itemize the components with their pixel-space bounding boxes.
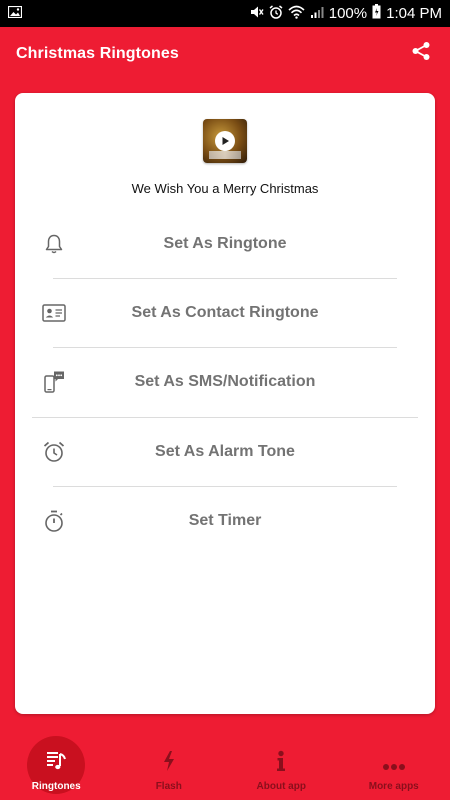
- set-as-ringtone-button[interactable]: Set As Ringtone: [15, 214, 435, 274]
- divider: [53, 347, 397, 348]
- status-left: [7, 5, 23, 23]
- set-timer-button[interactable]: Set Timer: [15, 491, 435, 551]
- divider: [53, 278, 397, 279]
- alarm-clock-icon: [41, 439, 67, 465]
- share-icon: [411, 41, 431, 66]
- set-as-sms-notification-button[interactable]: Set As SMS/Notification: [15, 352, 435, 412]
- battery-icon: [372, 4, 381, 23]
- more-dots-icon: [382, 759, 406, 777]
- mute-icon: [250, 5, 264, 23]
- cover-decoration: [209, 151, 241, 159]
- info-icon: [275, 750, 287, 777]
- ringtone-card: We Wish You a Merry Christmas Set As Rin…: [15, 93, 435, 714]
- set-as-contact-ringtone-button[interactable]: Set As Contact Ringtone: [15, 283, 435, 343]
- nav-more-apps[interactable]: More apps: [338, 740, 450, 800]
- nav-flash[interactable]: Flash: [113, 740, 226, 800]
- signal-icon: [310, 5, 324, 23]
- alarm-icon: [269, 4, 283, 23]
- battery-percent: 100%: [328, 5, 368, 22]
- play-icon: [215, 131, 235, 151]
- nav-ringtones-label: Ringtones: [31, 781, 81, 792]
- bottom-navigation: Ringtones Flash About app More apps: [0, 736, 450, 800]
- set-as-alarm-tone-button[interactable]: Set As Alarm Tone: [15, 422, 435, 482]
- status-right: 100% 1:04 PM: [250, 4, 442, 23]
- clock-time: 1:04 PM: [386, 5, 442, 22]
- timer-icon: [41, 508, 67, 534]
- share-button[interactable]: [408, 41, 434, 67]
- music-list-icon: [45, 750, 67, 777]
- divider: [53, 486, 397, 487]
- nav-flash-label: Flash: [155, 781, 182, 792]
- image-icon: [7, 5, 23, 23]
- contact-card-icon: [41, 300, 67, 326]
- nav-more-apps-label: More apps: [368, 781, 419, 792]
- cover-art[interactable]: [203, 119, 247, 163]
- set-as-ringtone-label: Set As Ringtone: [163, 235, 287, 252]
- flash-icon: [161, 750, 177, 777]
- nav-ringtones[interactable]: Ringtones: [0, 736, 113, 800]
- nav-about-app-label: About app: [256, 781, 306, 792]
- nav-about-app[interactable]: About app: [225, 740, 338, 800]
- status-bar: 100% 1:04 PM: [0, 0, 450, 27]
- wifi-icon: [288, 5, 305, 23]
- set-as-sms-notification-label: Set As SMS/Notification: [134, 373, 316, 390]
- set-as-contact-ringtone-label: Set As Contact Ringtone: [131, 304, 319, 321]
- divider: [32, 417, 418, 418]
- song-title: We Wish You a Merry Christmas: [131, 181, 319, 196]
- set-as-alarm-tone-label: Set As Alarm Tone: [155, 443, 295, 460]
- app-bar: Christmas Ringtones: [0, 27, 450, 80]
- sms-phone-icon: [41, 369, 67, 395]
- set-timer-label: Set Timer: [188, 512, 262, 529]
- bell-icon: [41, 231, 67, 257]
- page-title: Christmas Ringtones: [16, 44, 179, 62]
